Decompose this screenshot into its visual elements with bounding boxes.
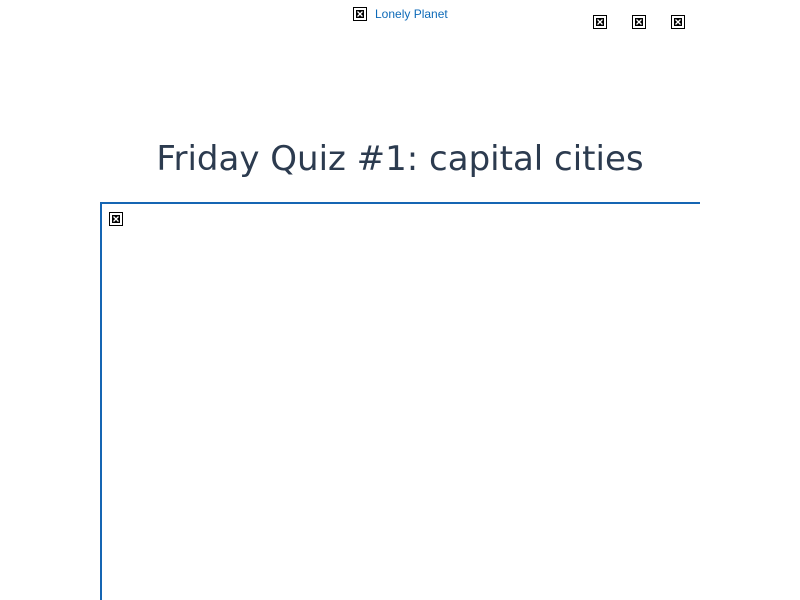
content-frame [100, 202, 700, 600]
broken-image-icon[interactable] [632, 15, 646, 29]
page-title: Friday Quiz #1: capital cities [156, 139, 644, 179]
page: Lonely Planet Friday Quiz #1: capital ci… [0, 0, 800, 600]
broken-image-icon[interactable] [593, 15, 607, 29]
broken-image-icon [353, 7, 367, 21]
broken-image-icon [109, 212, 123, 226]
logo-alt-text: Lonely Planet [375, 7, 448, 21]
broken-image-icon[interactable] [671, 15, 685, 29]
